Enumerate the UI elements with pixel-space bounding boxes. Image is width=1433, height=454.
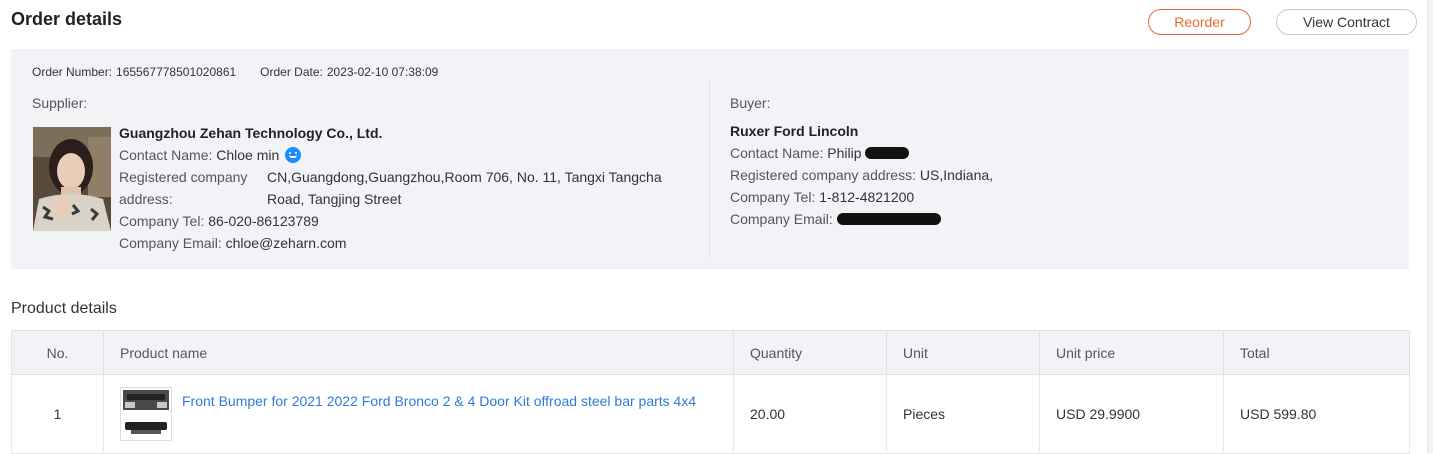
buyer-tel-label: Company Tel: [730,189,816,205]
buyer-contact-label: Contact Name: [730,145,824,161]
buyer-tel: 1-812-4821200 [819,189,915,205]
cell-product: Front Bumper for 2021 2022 Ford Bronco 2… [103,374,734,454]
buyer-info: Ruxer Ford Lincoln Contact Name: Philip … [730,120,993,230]
supplier-contact-row: Contact Name: Chloe min [119,144,677,166]
buyer-contact-name: Philip [827,145,862,161]
buyer-contact-row: Contact Name: Philip [730,142,993,164]
supplier-address-row: Registered company CN,Guangdong,Guangzho… [119,166,677,210]
cell-total: USD 599.80 [1223,374,1410,454]
cell-unit: Pieces [886,374,1040,454]
product-thumbnail[interactable] [120,387,172,441]
redacted-email [836,213,941,225]
table-row: 1 Front Bumper for 2021 2022 Ford Bronco… [11,374,1410,454]
product-name-link[interactable]: Front Bumper for 2021 2022 Ford Bronco 2… [182,393,696,409]
supplier-contact-name: Chloe min [216,147,280,163]
scrollbar[interactable] [1427,0,1433,453]
order-date-label: Order Date: [260,65,323,79]
buyer-email-label: Company Email: [730,211,833,227]
supplier-address-line-2: Road, Tangjing Street [267,191,402,207]
supplier-email: chloe@zeharn.com [225,235,347,251]
supplier-info: Guangzhou Zehan Technology Co., Ltd. Con… [119,122,677,254]
order-number-label: Order Number: [32,65,113,79]
supplier-tel-label: Company Tel: [119,213,205,229]
order-info-panel: Order Number: 165567778501020861 Order Dat… [11,49,1409,269]
buyer-address-label: Registered company address: [730,167,916,183]
supplier-tel: 86-020-86123789 [208,213,319,229]
supplier-address-label-2: address: [119,191,173,207]
buyer-address: US,Indiana, [919,167,994,183]
redacted-contact-surname [865,147,910,159]
supplier-label: Supplier: [32,95,88,111]
view-contract-button[interactable]: View Contract [1276,9,1417,35]
buyer-label: Buyer: [730,95,771,111]
panel-divider [709,81,710,257]
supplier-address-line-1: CN,Guangdong,Guangzhou,Room 706, No. 11,… [267,169,662,185]
column-header-quantity: Quantity [733,330,887,375]
supplier-email-label: Company Email: [119,235,222,251]
buyer-email-row: Company Email: [730,208,993,230]
buyer-address-row: Registered company address: US,Indiana, [730,164,993,186]
table-header-row: No. Product name Quantity Unit Unit pric… [11,330,1410,375]
supplier-avatar [33,127,111,231]
column-header-unit-price: Unit price [1039,330,1224,375]
product-table: No. Product name Quantity Unit Unit pric… [11,330,1410,454]
order-date: 2023-02-10 07:38:09 [326,65,439,79]
buyer-tel-row: Company Tel: 1-812-4821200 [730,186,993,208]
supplier-email-row: Company Email: chloe@zeharn.com [119,232,677,254]
order-meta: Order Number: 165567778501020861 Order Dat… [32,65,442,79]
reorder-button[interactable]: Reorder [1148,9,1251,35]
column-header-unit: Unit [886,330,1040,375]
supplier-address-label-1: Registered company [119,169,248,185]
page-title: Order details [11,9,123,29]
supplier-company: Guangzhou Zehan Technology Co., Ltd. [119,125,383,141]
buyer-company: Ruxer Ford Lincoln [730,123,859,139]
product-details-title: Product details [11,300,117,317]
column-header-product-name: Product name [103,330,734,375]
column-header-total: Total [1223,330,1410,375]
order-number: 165567778501020861 [116,65,237,79]
supplier-tel-row: Company Tel: 86-020-86123789 [119,210,677,232]
cell-no: 1 [11,374,104,454]
chat-icon[interactable] [285,147,302,163]
supplier-contact-label: Contact Name: [119,147,213,163]
cell-quantity: 20.00 [733,374,887,454]
column-header-no: No. [11,330,104,375]
cell-unit-price: USD 29.9900 [1039,374,1224,454]
